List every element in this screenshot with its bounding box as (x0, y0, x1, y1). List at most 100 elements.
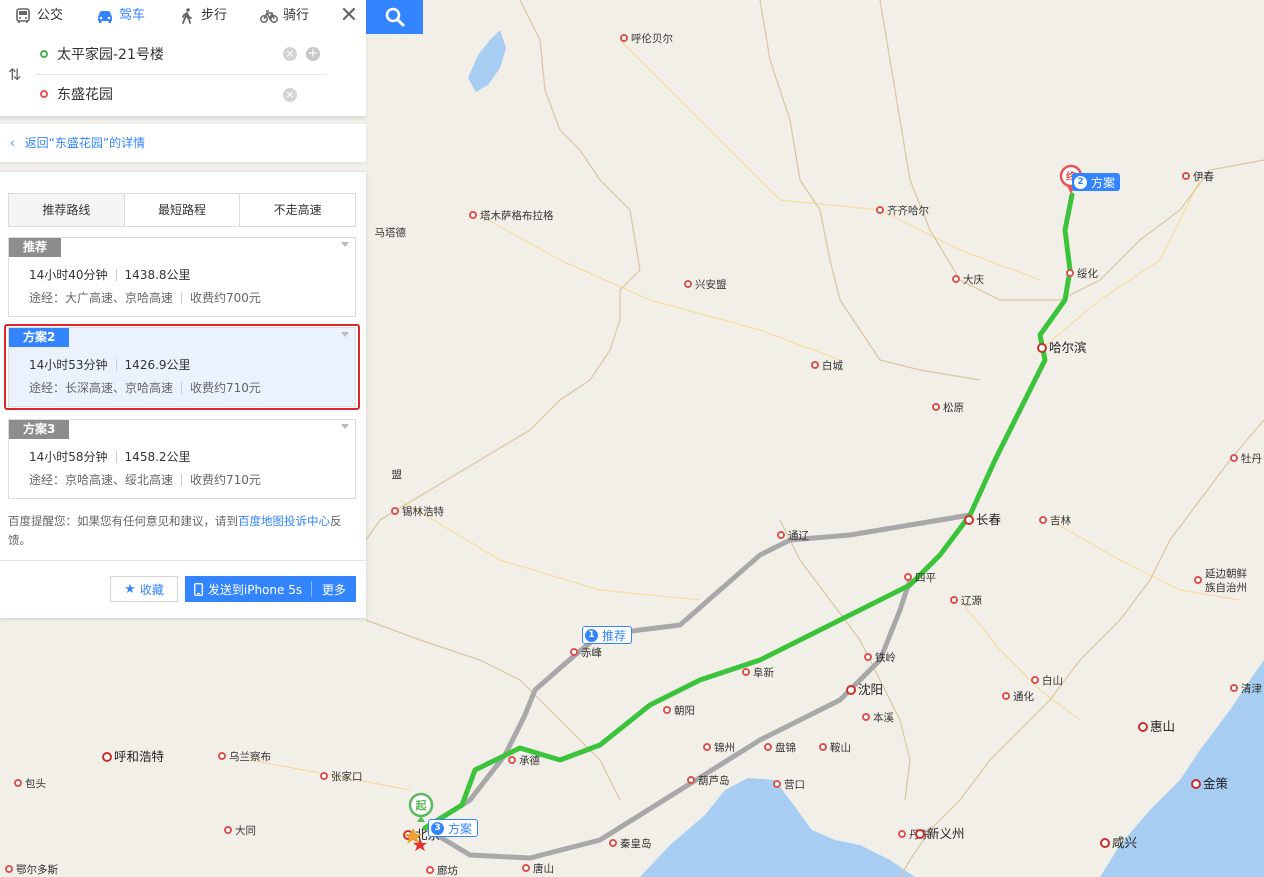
favorite-button[interactable]: ★ 收藏 (110, 576, 178, 602)
chevron-down-icon[interactable] (341, 424, 349, 429)
plan-detail: 途经：京哈高速、绥北高速 收费约710元 (29, 471, 261, 488)
send-button-main[interactable]: 发送到iPhone 5s (185, 581, 312, 597)
city-label: 营口 (784, 778, 805, 791)
route-plans-card: 推荐路线 最短路程 不走高速 推荐 14小时40分钟 1438.8公里 途经：大广… (0, 172, 366, 618)
city-label: 白山 (1042, 674, 1063, 687)
route-bubble-recommended[interactable]: 1 推荐 (582, 626, 633, 644)
plan-via: 途经：大广高速、京哈高速 (29, 291, 174, 305)
tab-no-highway[interactable]: 不走高速 (240, 194, 355, 226)
search-button[interactable] (366, 0, 423, 34)
plan-distance: 1458.2公里 (124, 450, 191, 464)
mode-label: 驾车 (119, 8, 146, 23)
route-panel: 公交 驾车 步行 骑行 ✕ ⇅ 太平家园-21号楼 × + 东盛花园 × ‹ 返… (0, 0, 366, 620)
city-label: 惠山 (1150, 719, 1175, 734)
city-dot (915, 829, 925, 839)
city-dot (1066, 269, 1074, 277)
city-dot (952, 275, 960, 283)
travel-mode-bar: 公交 驾车 步行 骑行 ✕ (0, 0, 366, 33)
tab-shortest[interactable]: 最短路程 (125, 194, 241, 226)
mode-tab-bus[interactable]: 公交 (14, 0, 63, 32)
city-dot (508, 756, 516, 764)
route-bubble-plan2[interactable]: 2 方案 (1072, 173, 1121, 191)
mode-label: 公交 (37, 8, 64, 23)
city-dot (1182, 172, 1190, 180)
city-dot (773, 780, 781, 788)
plan-summary: 14小时40分钟 1438.8公里 (29, 266, 191, 283)
back-to-details-link[interactable]: ‹ 返回“东盛花园”的详情 (0, 124, 366, 162)
city-dot (811, 361, 819, 369)
bubble-label: 方案 (1091, 175, 1116, 190)
route-bubble-plan3[interactable]: 3 方案 (428, 819, 479, 837)
city-dot (898, 830, 906, 838)
city-label: 盟 (392, 469, 403, 481)
clear-end-icon[interactable]: × (283, 88, 297, 102)
city-label: 金策 (1203, 776, 1229, 791)
tab-recommended[interactable]: 推荐路线 (9, 194, 125, 226)
route-input-box: ⇅ 太平家园-21号楼 × + 东盛花园 × (0, 32, 366, 117)
city-dot (1138, 722, 1148, 732)
city-dot (1191, 779, 1201, 789)
city-dot (224, 826, 232, 834)
plan-detail: 途经：长深高速、京哈高速 收费约710元 (29, 379, 261, 396)
city-label: 铁岭 (875, 651, 896, 664)
city-label: 绥化 (1077, 267, 1099, 280)
city-dot (862, 713, 870, 721)
city-marker[interactable]: 马塔德 (375, 226, 407, 239)
city-dot (469, 211, 477, 219)
swap-icon[interactable]: ⇅ (8, 65, 21, 84)
city-label: 马塔德 (375, 226, 407, 239)
more-button[interactable]: 更多 (312, 581, 356, 598)
city-label: 盘锦 (775, 741, 796, 754)
end-input[interactable]: 东盛花园 (57, 84, 113, 104)
city-label: 松原 (943, 401, 964, 414)
complaint-center-link[interactable]: 百度地图投诉中心 (238, 514, 330, 528)
city-dot (609, 839, 617, 847)
city-label: 锦州 (714, 741, 735, 754)
city-label: 新义州 (927, 826, 965, 841)
search-icon (385, 7, 404, 27)
city-dot (932, 403, 940, 411)
mode-tab-walk[interactable]: 步行 (178, 0, 227, 32)
city-label: 辽源 (961, 594, 982, 607)
city-dot (687, 776, 695, 784)
city-label: 本溪 (873, 711, 894, 724)
city-label: 锡林浩特 (402, 505, 444, 518)
city-label: 大同 (235, 824, 256, 837)
mode-tab-bike[interactable]: 骑行 (260, 0, 309, 32)
walk-icon (182, 8, 192, 24)
mode-tab-car[interactable]: 驾车 (96, 0, 145, 32)
end-point-icon (40, 90, 48, 98)
plan-time: 14小时58分钟 (29, 450, 108, 464)
close-icon[interactable]: ✕ (332, 0, 366, 32)
city-dot (964, 515, 974, 525)
send-to-phone-button[interactable]: 发送到iPhone 5s 更多 (185, 576, 356, 602)
city-dot (663, 706, 671, 714)
send-label: 发送到iPhone 5s (207, 582, 303, 597)
city-label: 张家口 (331, 770, 363, 783)
city-marker[interactable]: 塔木萨格布拉格 (469, 209, 554, 222)
city-dot (764, 743, 772, 751)
chevron-down-icon[interactable] (341, 332, 349, 337)
city-label: 通化 (1013, 690, 1035, 703)
city-dot (102, 752, 112, 762)
city-dot (620, 34, 628, 42)
chevron-down-icon[interactable] (341, 242, 349, 247)
city-dot (904, 573, 912, 581)
route-plan-2[interactable]: 方案2 14小时53分钟 1426.9公里 途经：长深高速、京哈高速 收费约710元 (8, 327, 356, 407)
clear-start-icon[interactable]: × (283, 47, 297, 61)
city-label: 廊坊 (437, 864, 458, 877)
start-input[interactable]: 太平家园-21号楼 (57, 44, 164, 64)
city-dot (777, 531, 785, 539)
bus-icon (16, 8, 30, 23)
route-plan-3[interactable]: 方案3 14小时58分钟 1458.2公里 途经：京哈高速、绥北高速 收费约710元 (8, 419, 356, 499)
city-dot (522, 864, 530, 872)
city-dot (391, 507, 399, 515)
route-plan-1[interactable]: 推荐 14小时40分钟 1438.8公里 途经：大广高速、京哈高速 收费约700元 (8, 237, 356, 317)
city-marker[interactable]: 盟 (392, 469, 403, 481)
add-waypoint-icon[interactable]: + (306, 47, 320, 61)
city-label: 赤峰 (581, 647, 602, 659)
city-label: 咸兴 (1112, 835, 1137, 850)
city-label: 通辽 (788, 530, 809, 542)
city-label: 哈尔滨 (1049, 340, 1087, 355)
plan-toll: 收费约710元 (190, 473, 261, 487)
